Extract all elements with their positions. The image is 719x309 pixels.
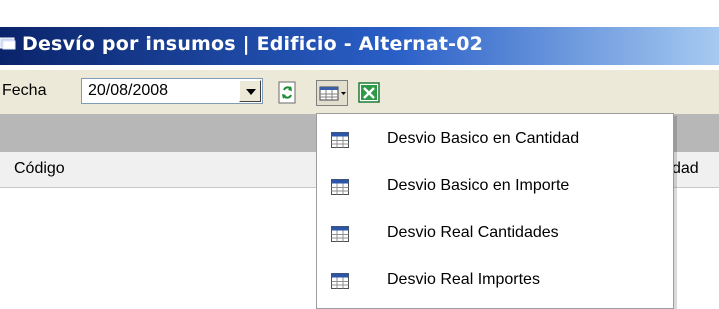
menu-item-label: Desvio Real Cantidades [387, 224, 559, 241]
fecha-value[interactable]: 20/08/2008 [88, 82, 168, 100]
column-header-cantidad[interactable]: dad [672, 160, 699, 178]
menu-item-desvio-basico-importe[interactable]: Desvio Basico en Importe [317, 167, 673, 207]
menu-item-label: Desvio Real Importes [387, 271, 540, 288]
refresh-button[interactable] [275, 80, 301, 106]
window-title: Desvío por insumos | Edificio - Alternat… [22, 33, 484, 55]
menu-item-desvio-basico-cantidad[interactable]: Desvio Basico en Cantidad [317, 120, 673, 160]
grid-icon [331, 179, 349, 195]
menu-item-label: Desvio Basico en Importe [387, 177, 570, 194]
grid-icon [331, 132, 349, 148]
date-dropdown-button[interactable] [239, 80, 261, 102]
menu-item-desvio-real-importes[interactable]: Desvio Real Importes [317, 261, 673, 301]
chevron-down-icon [246, 89, 256, 95]
grid-icon [319, 86, 346, 101]
report-dropdown-menu: Desvio Basico en Cantidad Desvio Basico … [316, 113, 674, 309]
column-header-codigo[interactable]: Código [14, 160, 65, 178]
excel-icon [358, 82, 380, 103]
export-excel-button[interactable] [358, 80, 382, 106]
report-menu-button[interactable] [316, 80, 348, 106]
window-app-icon [0, 37, 16, 50]
grid-icon [331, 226, 349, 242]
grid-icon [331, 273, 349, 289]
menu-item-label: Desvio Basico en Cantidad [387, 130, 580, 147]
fecha-label: Fecha [2, 82, 47, 99]
menu-item-desvio-real-cantidades[interactable]: Desvio Real Cantidades [317, 214, 673, 254]
fecha-date-picker[interactable]: 20/08/2008 [81, 78, 263, 104]
refresh-icon [278, 81, 296, 104]
